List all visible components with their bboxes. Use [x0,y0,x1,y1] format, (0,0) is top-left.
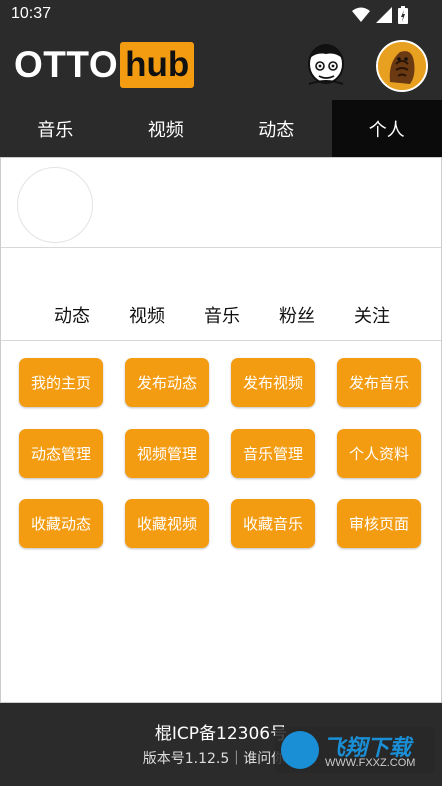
battery-icon [398,6,408,24]
favorite-music-button[interactable]: 收藏音乐 [231,499,315,548]
tab-music[interactable]: 音乐 [0,100,111,157]
stat-followers[interactable]: 粉丝 [279,302,315,328]
stat-video[interactable]: 视频 [129,302,165,328]
review-page-button[interactable]: 审核页面 [337,499,421,548]
post-video-button[interactable]: 发布视频 [231,358,315,407]
post-music-button[interactable]: 发布音乐 [337,358,421,407]
profile-avatar[interactable] [376,40,428,92]
main-tabs: 音乐 视频 动态 个人 [0,100,442,157]
personal-page: 动态 视频 音乐 粉丝 关注 我的主页 发布动态 发布视频 发布音乐 动态管理 … [0,157,442,703]
sketch-avatar-icon[interactable] [305,42,347,88]
status-bar: 10:37 [0,0,442,30]
manage-music-button[interactable]: 音乐管理 [231,429,315,478]
app-header: OTTO hub [0,30,442,100]
watermark-logo-icon [281,731,319,769]
logo-text-otto: OTTO [14,44,119,85]
watermark-url: WWW.FXXZ.COM [325,757,416,769]
my-homepage-button[interactable]: 我的主页 [19,358,103,407]
wifi-icon [352,7,370,22]
watermark: 飞翔下载 WWW.FXXZ.COM [275,727,435,773]
logo-text-hub: hub [120,42,195,88]
favorite-video-button[interactable]: 收藏视频 [125,499,209,548]
profile-avatar-icon [378,42,426,90]
stat-following[interactable]: 关注 [354,302,390,328]
signal-icon [376,7,392,23]
tab-feed[interactable]: 动态 [221,100,332,157]
profile-info-button[interactable]: 个人资料 [337,429,421,478]
app-logo[interactable]: OTTO hub [14,41,195,89]
status-time: 10:37 [11,5,52,22]
user-avatar[interactable] [17,167,93,243]
stat-music[interactable]: 音乐 [204,302,240,328]
tab-video[interactable]: 视频 [111,100,222,157]
favorite-feed-button[interactable]: 收藏动态 [19,499,103,548]
stat-feed[interactable]: 动态 [54,302,90,328]
tab-personal[interactable]: 个人 [331,100,442,157]
profile-header [1,158,441,248]
manage-feed-button[interactable]: 动态管理 [19,429,103,478]
post-feed-button[interactable]: 发布动态 [125,358,209,407]
manage-video-button[interactable]: 视频管理 [125,429,209,478]
stats-row: 动态 视频 音乐 粉丝 关注 [1,248,441,341]
